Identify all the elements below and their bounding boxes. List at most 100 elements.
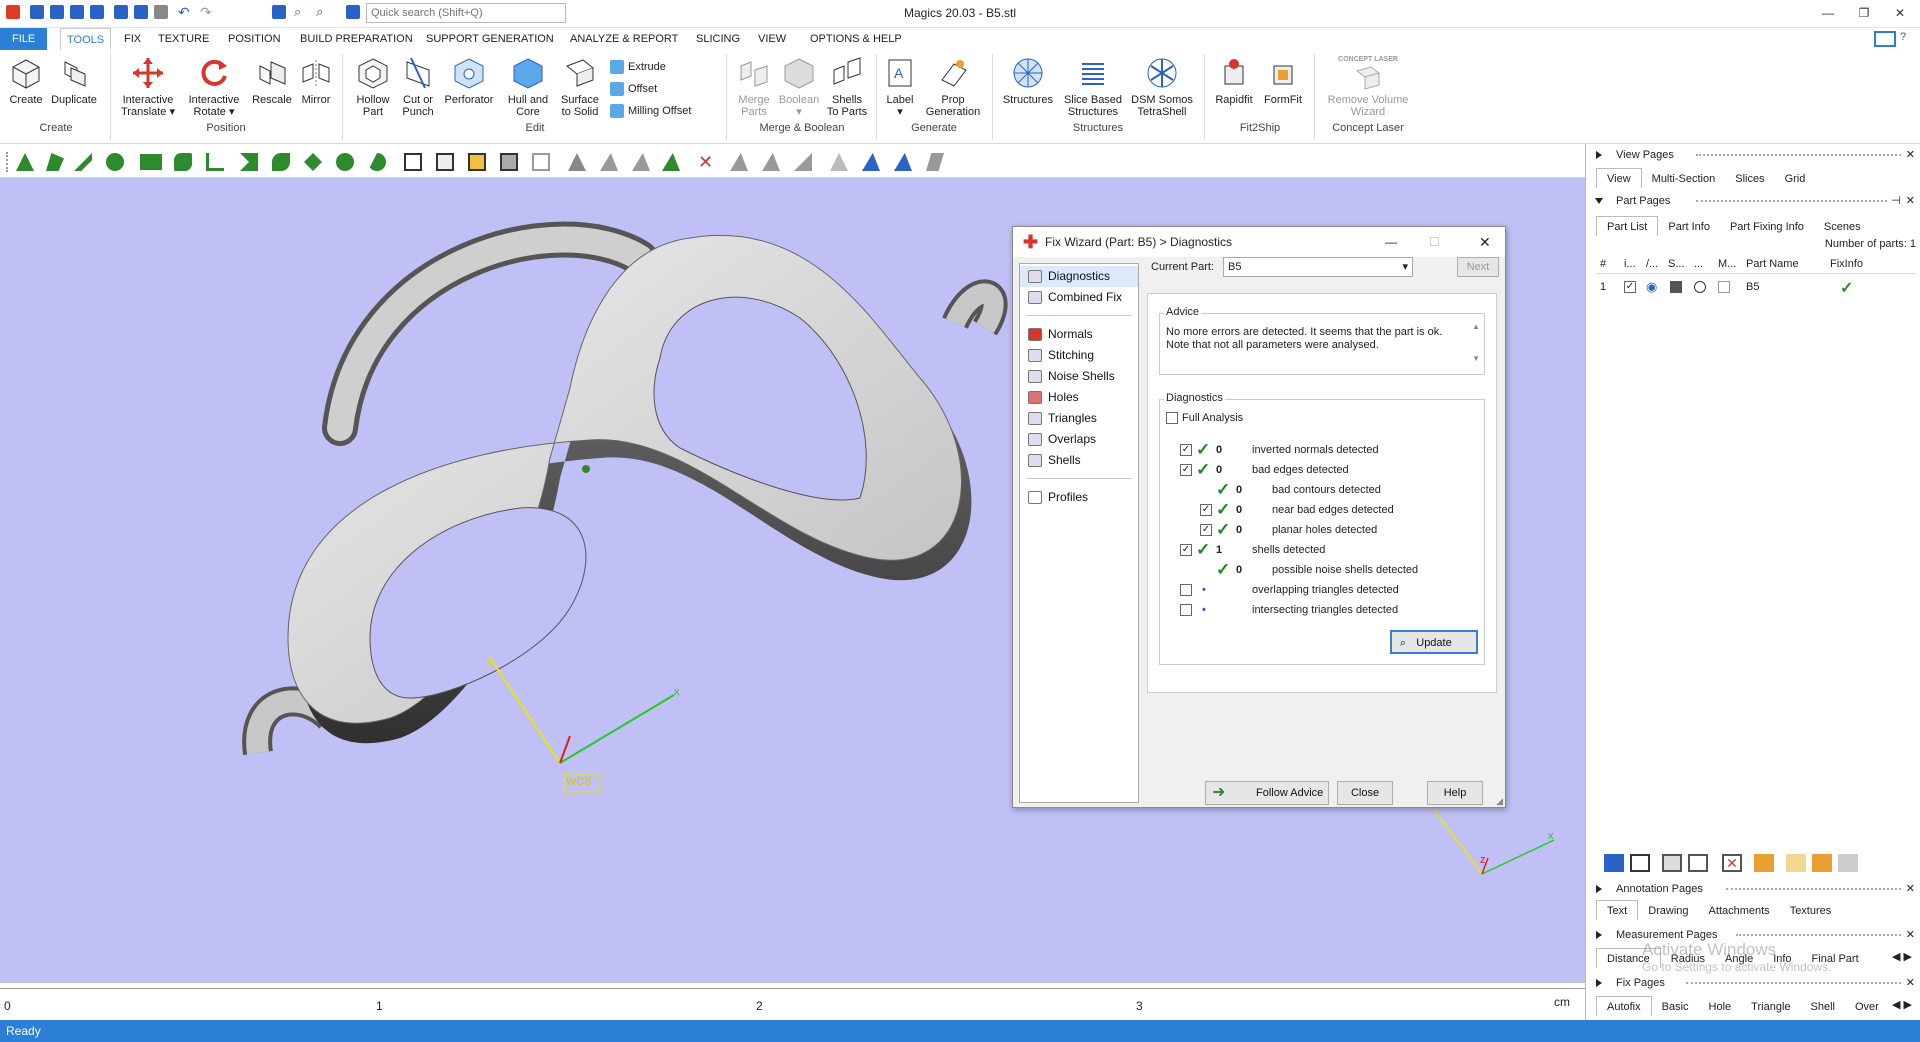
diag-checkbox[interactable]: ✓: [1180, 444, 1192, 456]
export-part-icon[interactable]: [1786, 854, 1806, 872]
mirror-button[interactable]: Mirror: [296, 56, 336, 106]
select-surface-icon[interactable]: [74, 153, 92, 171]
remove-volume-wizard-button[interactable]: CONCEPT LASER Remove Volume Wizard: [1320, 56, 1416, 118]
surface-to-solid-button[interactable]: Surface to Solid: [556, 56, 604, 118]
col-include[interactable]: i...: [1624, 258, 1636, 270]
close-icon[interactable]: ✕: [1906, 974, 1915, 992]
menu-file[interactable]: FILE: [0, 28, 48, 50]
eye-icon[interactable]: ◉: [1646, 279, 1657, 295]
help-icon[interactable]: ?: [1900, 31, 1906, 43]
perforator-button[interactable]: Perforator: [440, 56, 498, 106]
scroll-up-icon[interactable]: ▲: [1472, 322, 1480, 331]
interactive-translate-button[interactable]: Interactive Translate ▾: [116, 56, 180, 118]
diag-checkbox[interactable]: ✓: [1180, 464, 1192, 476]
pin-icon[interactable]: ⊣: [1891, 192, 1901, 210]
tab-basic[interactable]: Basic: [1652, 997, 1699, 1016]
tab-view[interactable]: View: [1596, 168, 1642, 188]
mark-cube-icon[interactable]: [404, 153, 422, 171]
tab-overlaps[interactable]: Over: [1845, 997, 1889, 1016]
mark-all-icon[interactable]: [662, 153, 680, 171]
shrink-marking-icon[interactable]: [794, 153, 812, 171]
cut-or-punch-button[interactable]: Cut or Punch: [398, 56, 438, 118]
menu-slicing[interactable]: SLICING: [690, 28, 746, 50]
dialog-minimize-button[interactable]: —: [1385, 227, 1397, 257]
tab-scenes[interactable]: Scenes: [1814, 217, 1871, 237]
mark-plane-icon[interactable]: [926, 153, 944, 171]
scroll-left-icon[interactable]: ◀: [1892, 951, 1900, 963]
view-pages-header[interactable]: View Pages ✕: [1586, 146, 1920, 164]
help-button[interactable]: Help: [1427, 781, 1483, 805]
prop-generation-button[interactable]: Prop Generation: [922, 56, 984, 118]
offset-button[interactable]: Offset: [610, 80, 657, 98]
select-lasso-icon[interactable]: [174, 153, 192, 171]
diag-row-inverted-normals[interactable]: ✓ ✓ 0 inverted normals detected: [1160, 440, 1480, 460]
nav-profiles[interactable]: Profiles: [1020, 487, 1138, 508]
boolean-button[interactable]: Boolean ▾: [778, 56, 820, 118]
mark-cube2-icon[interactable]: [436, 153, 454, 171]
unmark-surface-icon[interactable]: [632, 153, 650, 171]
tab-triangle[interactable]: Triangle: [1741, 997, 1800, 1016]
nav-noise-shells[interactable]: Noise Shells: [1020, 366, 1138, 387]
unmark-triangle-icon[interactable]: [568, 153, 586, 171]
table-row[interactable]: 1 ✓ ◉ B5 ✓: [1596, 278, 1916, 298]
import-part-icon[interactable]: [1754, 854, 1774, 872]
update-button[interactable]: ⌕ Update: [1390, 630, 1478, 654]
shade-icon[interactable]: [1670, 281, 1682, 293]
rescale-button[interactable]: Rescale: [250, 56, 294, 106]
select-box-icon[interactable]: [140, 154, 162, 170]
diag-checkbox[interactable]: ✓: [1200, 524, 1212, 536]
mark-contour-icon[interactable]: [894, 153, 912, 171]
shells-to-parts-button[interactable]: Shells To Parts: [824, 56, 870, 118]
col-material[interactable]: M...: [1718, 258, 1736, 270]
unload-part-icon[interactable]: [1838, 854, 1858, 872]
include-checkbox[interactable]: ✓: [1624, 281, 1636, 293]
ribbon-display-icon[interactable]: [1874, 31, 1896, 47]
diag-row-shells[interactable]: ✓ ✓ 1 shells detected: [1160, 540, 1480, 560]
minimize-button[interactable]: —: [1816, 2, 1840, 24]
invert-marking-icon[interactable]: [730, 153, 748, 171]
col-visible[interactable]: /...: [1646, 258, 1658, 270]
menu-tools[interactable]: TOOLS: [60, 28, 112, 50]
material-icon[interactable]: [1718, 281, 1730, 293]
color-icon[interactable]: [1694, 281, 1706, 293]
col-shade[interactable]: S...: [1668, 258, 1685, 270]
tab-drawing[interactable]: Drawing: [1638, 901, 1698, 921]
annotation-pages-header[interactable]: Annotation Pages ✕: [1586, 880, 1920, 898]
tab-hole[interactable]: Hole: [1699, 997, 1742, 1016]
scroll-left-icon[interactable]: ◀: [1892, 999, 1900, 1011]
close-window-button[interactable]: ✕: [1888, 2, 1912, 24]
select-triangle-icon[interactable]: [16, 153, 34, 171]
tab-part-list[interactable]: Part List: [1596, 216, 1659, 236]
diag-row-bad-contours[interactable]: ✓ 0 bad contours detected: [1160, 480, 1480, 500]
nav-overlaps[interactable]: Overlaps: [1020, 429, 1138, 450]
tab-slices[interactable]: Slices: [1725, 169, 1774, 189]
full-analysis-row[interactable]: Full Analysis: [1166, 408, 1466, 428]
formfit-button[interactable]: FormFit: [1260, 56, 1306, 106]
merge-parts-button[interactable]: Merge Parts: [732, 56, 776, 118]
next-button[interactable]: Next: [1457, 257, 1499, 277]
grow-marking-icon[interactable]: [830, 153, 848, 171]
diag-row-noise-shells[interactable]: ✓ 0 possible noise shells detected: [1160, 560, 1480, 580]
mark-cube3-icon[interactable]: [468, 153, 486, 171]
nav-stitching[interactable]: Stitching: [1020, 345, 1138, 366]
select-curve-icon[interactable]: [206, 153, 224, 171]
col-part-name[interactable]: Part Name: [1746, 258, 1799, 270]
resize-grip-icon[interactable]: ◢: [1496, 796, 1503, 807]
diag-checkbox[interactable]: [1180, 604, 1192, 616]
scroll-down-icon[interactable]: ▼: [1472, 354, 1480, 363]
fix-tab-scroll[interactable]: ◀ ▶: [1892, 996, 1912, 1014]
rapidfit-button[interactable]: Rapidfit: [1210, 56, 1258, 106]
close-icon[interactable]: ✕: [1906, 926, 1915, 944]
restore-button[interactable]: ❐: [1852, 2, 1876, 24]
select-segment-icon[interactable]: [368, 153, 386, 171]
label-button[interactable]: A Label ▾: [882, 56, 918, 118]
duplicate-button[interactable]: Duplicate: [48, 56, 100, 106]
follow-advice-button[interactable]: ➜ Follow Advice: [1205, 781, 1329, 805]
diag-checkbox[interactable]: [1180, 584, 1192, 596]
milling-offset-button[interactable]: Milling Offset: [610, 102, 691, 120]
tab-multi-section[interactable]: Multi-Section: [1642, 169, 1726, 189]
close-icon[interactable]: ✕: [1906, 192, 1915, 210]
tab-autofix[interactable]: Autofix: [1596, 996, 1652, 1016]
tab-attachments[interactable]: Attachments: [1699, 901, 1780, 921]
unmark-all-icon[interactable]: ✕: [698, 153, 716, 171]
